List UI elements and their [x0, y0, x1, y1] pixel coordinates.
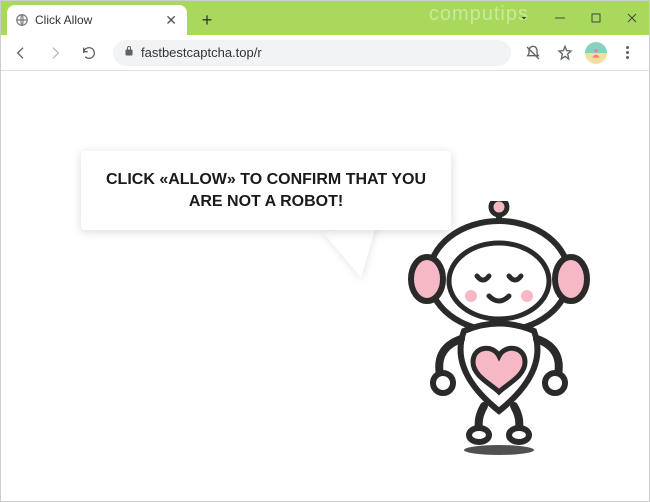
- new-tab-button[interactable]: +: [195, 8, 219, 32]
- close-button[interactable]: [621, 7, 643, 29]
- robot-illustration: [389, 201, 609, 461]
- bubble-text: CLICK «ALLOW» TO CONFIRM THAT YOU ARE NO…: [106, 171, 426, 210]
- profile-avatar[interactable]: [585, 42, 607, 64]
- forward-button[interactable]: [41, 39, 69, 67]
- browser-tab[interactable]: Click Allow ✕: [7, 5, 187, 35]
- reload-button[interactable]: [75, 39, 103, 67]
- window-dropdown[interactable]: [513, 7, 535, 29]
- page-content: CLICK «ALLOW» TO CONFIRM THAT YOU ARE NO…: [1, 71, 649, 501]
- minimize-button[interactable]: [549, 7, 571, 29]
- back-button[interactable]: [7, 39, 35, 67]
- lock-icon: [123, 45, 135, 60]
- globe-icon: [15, 13, 29, 27]
- address-bar[interactable]: fastbestcaptcha.top/r: [113, 40, 511, 66]
- robot-shadow: [464, 445, 534, 455]
- tab-title: Click Allow: [35, 13, 157, 27]
- url-text: fastbestcaptcha.top/r: [141, 45, 501, 60]
- window-controls: [513, 7, 643, 29]
- title-bar: computips Click Allow ✕ +: [1, 1, 649, 35]
- menu-button[interactable]: [615, 41, 639, 65]
- bookmark-star-icon[interactable]: [553, 41, 577, 65]
- notifications-muted-icon[interactable]: [521, 41, 545, 65]
- toolbar-right: [521, 41, 643, 65]
- browser-window: computips Click Allow ✕ +: [0, 0, 650, 502]
- tab-close-button[interactable]: ✕: [163, 12, 179, 29]
- maximize-button[interactable]: [585, 7, 607, 29]
- toolbar: fastbestcaptcha.top/r: [1, 35, 649, 71]
